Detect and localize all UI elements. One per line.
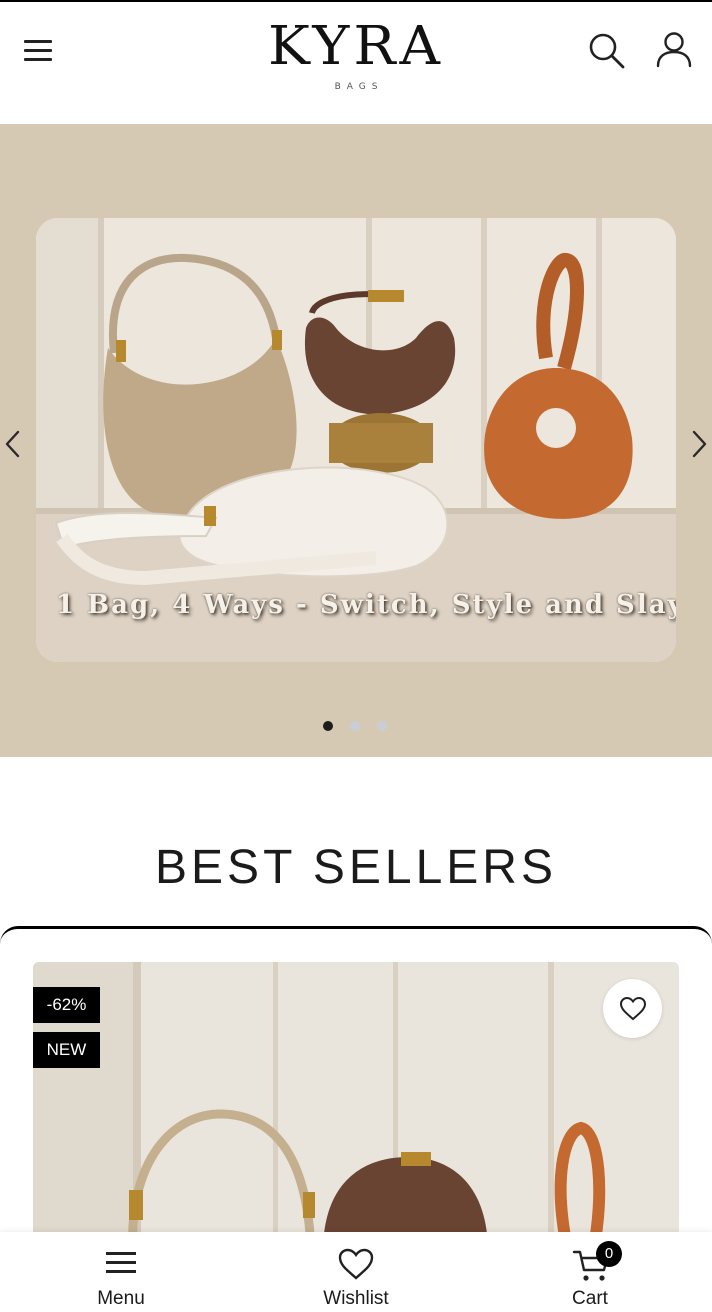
discount-badge: -62% <box>33 987 100 1023</box>
hero-slide-image[interactable]: 1 Bag, 4 Ways - Switch, Style and Slay <box>36 218 676 662</box>
hero-slide-caption: 1 Bag, 4 Ways - Switch, Style and Slay <box>56 590 676 620</box>
page: KYRA BAGS 1 Bag, 4 Ways - Switch, Style … <box>0 0 712 1312</box>
search-icon[interactable] <box>586 30 626 70</box>
nav-menu-button[interactable]: Menu <box>61 1232 181 1312</box>
heart-icon <box>620 997 646 1021</box>
slider-next-arrow-icon[interactable] <box>686 424 712 464</box>
best-sellers-heading: BEST SELLERS <box>155 841 557 894</box>
nav-wishlist-button[interactable]: Wishlist <box>296 1232 416 1312</box>
nav-cart-button[interactable]: 0 Cart <box>530 1232 650 1312</box>
brand-tagline: BAGS <box>334 82 384 92</box>
nav-menu-label: Menu <box>97 1288 145 1309</box>
cart-count-badge: 0 <box>596 1241 622 1267</box>
heart-icon <box>338 1248 374 1280</box>
menu-icon <box>106 1252 136 1273</box>
add-to-wishlist-button[interactable] <box>603 979 662 1038</box>
slider-pagination <box>318 718 398 734</box>
slider-dot-1[interactable] <box>323 721 333 731</box>
slider-dot-3[interactable] <box>377 721 387 731</box>
site-header: KYRA BAGS <box>0 2 712 124</box>
nav-wishlist-label: Wishlist <box>323 1288 389 1309</box>
new-badge: NEW <box>33 1032 100 1068</box>
hero-slider: 1 Bag, 4 Ways - Switch, Style and Slay <box>0 124 712 757</box>
brand-name: KYRA <box>268 15 444 78</box>
user-account-icon[interactable] <box>654 30 694 70</box>
hamburger-menu-icon[interactable] <box>22 36 56 64</box>
product-image[interactable] <box>33 962 679 1252</box>
brand-logo[interactable]: KYRA BAGS <box>256 14 456 98</box>
bottom-navigation: Menu Wishlist 0 Cart <box>0 1232 712 1312</box>
slider-prev-arrow-icon[interactable] <box>0 424 26 464</box>
nav-cart-label: Cart <box>572 1288 608 1309</box>
slider-dot-2[interactable] <box>350 721 360 731</box>
